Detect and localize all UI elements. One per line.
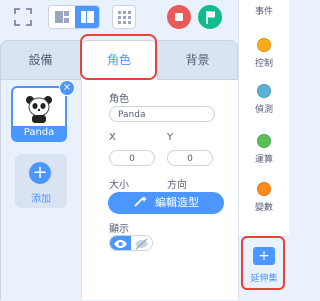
tab-setup[interactable]: 設備 xyxy=(0,40,80,80)
sprite-card-name: Panda xyxy=(13,126,65,140)
green-flag-button[interactable] xyxy=(198,5,222,29)
grid-button[interactable] xyxy=(112,5,136,29)
add-sprite-label: 添加 xyxy=(31,194,51,205)
stage-size-toggle xyxy=(48,5,100,29)
sprite-card-panda[interactable]: Panda xyxy=(11,86,67,142)
category-variables[interactable]: 變數 xyxy=(239,182,289,213)
block-category-panel: 事件 控制 偵測 運算 變數 + 延伸集 xyxy=(238,0,289,301)
category-control[interactable]: 控制 xyxy=(239,38,289,69)
extensions-area: + 延伸集 xyxy=(239,236,289,301)
sprite-name-label: 角色 xyxy=(109,94,129,105)
y-label: Y xyxy=(167,132,174,143)
y-field[interactable]: 0 xyxy=(167,150,213,166)
small-stage-icon xyxy=(55,11,69,23)
large-stage-icon xyxy=(81,11,94,23)
visibility-toggle xyxy=(109,235,153,251)
show-button[interactable] xyxy=(110,236,131,250)
sensing-dot-icon xyxy=(257,84,271,98)
tab-bar: 設備 角色 背景 xyxy=(0,40,238,80)
category-operators[interactable]: 運算 xyxy=(239,134,289,165)
category-operators-label: 運算 xyxy=(254,155,273,165)
eye-hidden-icon xyxy=(135,238,148,250)
hide-button[interactable] xyxy=(131,236,152,250)
delete-sprite-icon[interactable]: × xyxy=(59,80,75,96)
edit-costume-label: 編輯造型 xyxy=(155,196,199,209)
category-sensing[interactable]: 偵測 xyxy=(239,84,289,115)
x-label: X xyxy=(109,132,116,143)
magic-wand-icon xyxy=(134,196,147,207)
sprite-name-field[interactable]: Panda xyxy=(109,106,215,122)
add-sprite-button[interactable]: + 添加 xyxy=(15,154,67,208)
add-extension-button[interactable]: + xyxy=(253,247,275,265)
category-control-label: 控制 xyxy=(254,59,273,69)
add-extension-icon: + xyxy=(258,248,270,264)
grid-icon xyxy=(118,11,131,24)
variables-dot-icon xyxy=(257,182,271,196)
tab-sprite[interactable]: 角色 xyxy=(80,40,158,80)
edit-costume-button[interactable]: 編輯造型 xyxy=(108,192,224,214)
direction-label: 方向 xyxy=(167,180,187,191)
sprite-properties: 角色 Panda X Y 0 0 大小 方向 100 90 顯示 xyxy=(95,80,235,300)
extensions-label: 延伸集 xyxy=(250,274,278,284)
show-label: 顯示 xyxy=(109,224,129,235)
eye-icon xyxy=(114,240,127,248)
category-events-label: 事件 xyxy=(254,7,273,17)
green-flag-icon xyxy=(206,11,215,24)
operators-dot-icon xyxy=(257,134,271,148)
size-label: 大小 xyxy=(109,180,129,191)
panda-icon xyxy=(26,96,52,123)
top-toolbar xyxy=(0,0,238,34)
stop-icon xyxy=(175,13,183,21)
control-dot-icon xyxy=(257,38,271,52)
category-events[interactable]: 事件 xyxy=(239,4,289,17)
sprite-pane: Panda × + 添加 角色 Panda X Y 0 0 大小 方向 100 … xyxy=(0,80,239,300)
plus-icon: + xyxy=(29,162,51,184)
x-field[interactable]: 0 xyxy=(109,150,155,166)
stop-button[interactable] xyxy=(167,5,191,29)
tab-stage[interactable]: 背景 xyxy=(158,40,238,80)
sprite-list: Panda × + 添加 xyxy=(1,80,82,300)
large-stage-button[interactable] xyxy=(75,6,99,28)
category-variables-label: 變數 xyxy=(254,203,273,213)
small-stage-button[interactable] xyxy=(49,6,75,28)
fullscreen-icon[interactable] xyxy=(12,6,34,28)
category-sensing-label: 偵測 xyxy=(254,105,273,115)
